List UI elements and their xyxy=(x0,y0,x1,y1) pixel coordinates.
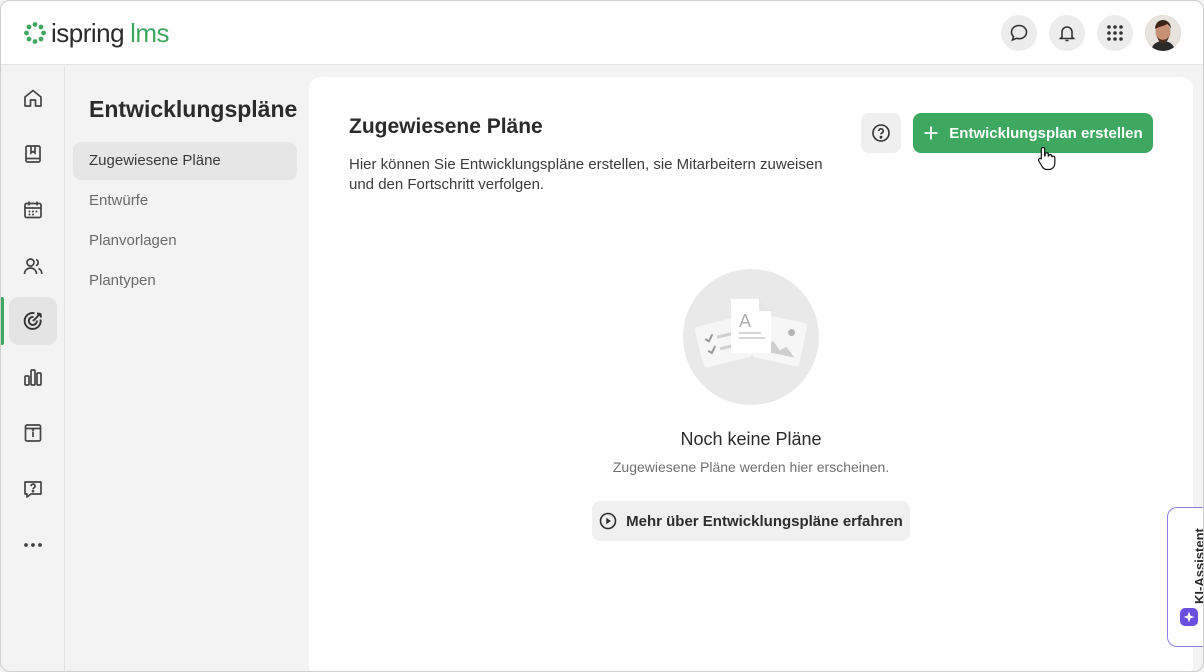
rail-reports[interactable] xyxy=(9,353,57,401)
bell-icon xyxy=(1058,26,1076,42)
rail-users[interactable] xyxy=(9,242,57,290)
ai-assistant-label: KI-Assistent xyxy=(1192,528,1204,604)
section-title: Entwicklungspläne xyxy=(89,96,298,122)
help-button[interactable] xyxy=(861,113,901,153)
rail-calendar[interactable] xyxy=(9,186,57,234)
icon-rail xyxy=(1,66,65,671)
target-icon xyxy=(23,312,42,330)
rail-courses[interactable] xyxy=(9,130,57,178)
bar-chart-icon xyxy=(24,369,42,386)
rail-more[interactable] xyxy=(9,521,57,569)
logo[interactable]: ispring lms xyxy=(23,17,170,49)
calendar-icon xyxy=(24,201,42,219)
plus-icon xyxy=(924,126,938,140)
chat-button[interactable] xyxy=(1001,15,1037,51)
question-circle-icon xyxy=(872,124,890,142)
apps-button[interactable] xyxy=(1097,15,1133,51)
logo-mark-icon xyxy=(24,22,46,44)
sparkle-icon xyxy=(1180,608,1198,626)
home-icon xyxy=(24,89,42,107)
app-window: ispring lms Entwicklungspläne Zugewiesen… xyxy=(0,0,1204,672)
chat-bubble-icon xyxy=(1010,24,1028,42)
ai-assistant-tab[interactable]: KI-Assistent xyxy=(1167,507,1204,647)
hand-cursor-icon xyxy=(1037,146,1056,171)
users-icon xyxy=(23,258,43,275)
user-avatar[interactable] xyxy=(1145,15,1181,51)
logo-text: ispring lms xyxy=(51,18,170,48)
subnav-item-drafts[interactable]: Entwürfe xyxy=(73,182,297,220)
learn-more-button[interactable]: Mehr über Entwicklungspläne erfahren xyxy=(592,501,910,541)
notifications-button[interactable] xyxy=(1049,15,1085,51)
documents-illustration-icon: A xyxy=(694,299,808,368)
rail-home[interactable] xyxy=(9,74,57,122)
rail-info[interactable] xyxy=(9,409,57,457)
play-circle-icon xyxy=(599,512,617,530)
page-title: Zugewiesene Pläne xyxy=(349,115,543,138)
empty-state-title: Noch keine Pläne xyxy=(680,429,822,449)
empty-state-illustration: A xyxy=(683,269,819,405)
subnav-item-assigned-plans[interactable]: Zugewiesene Pläne xyxy=(73,142,297,180)
page-description: Hier können Sie Entwicklungspläne erstel… xyxy=(349,156,823,193)
book-icon xyxy=(25,145,41,163)
subnav-item-plan-templates[interactable]: Planvorlagen xyxy=(73,222,297,260)
active-indicator xyxy=(1,297,4,345)
create-plan-button[interactable]: Entwicklungsplan erstellen xyxy=(913,113,1153,153)
top-header: ispring lms xyxy=(1,1,1203,65)
subnav-item-plan-types[interactable]: Plantypen xyxy=(73,262,297,300)
create-plan-label: Entwicklungsplan erstellen xyxy=(949,124,1143,142)
more-icon xyxy=(24,543,42,547)
rail-help[interactable] xyxy=(9,465,57,513)
rail-development-plans[interactable] xyxy=(9,297,57,345)
help-chat-icon xyxy=(24,481,42,498)
section-nav: Entwicklungspläne Zugewiesene Pläne Entw… xyxy=(65,66,309,671)
empty-state-subtitle: Zugewiesene Pläne werden hier erscheinen… xyxy=(612,459,890,475)
avatar-image xyxy=(1145,15,1181,51)
main-content: Zugewiesene Pläne Hier können Sie Entwic… xyxy=(309,77,1193,671)
svg-text:A: A xyxy=(739,311,751,331)
apps-grid-icon xyxy=(1107,25,1123,41)
info-archive-icon xyxy=(24,424,42,442)
learn-more-label: Mehr über Entwicklungspläne erfahren xyxy=(626,512,903,530)
